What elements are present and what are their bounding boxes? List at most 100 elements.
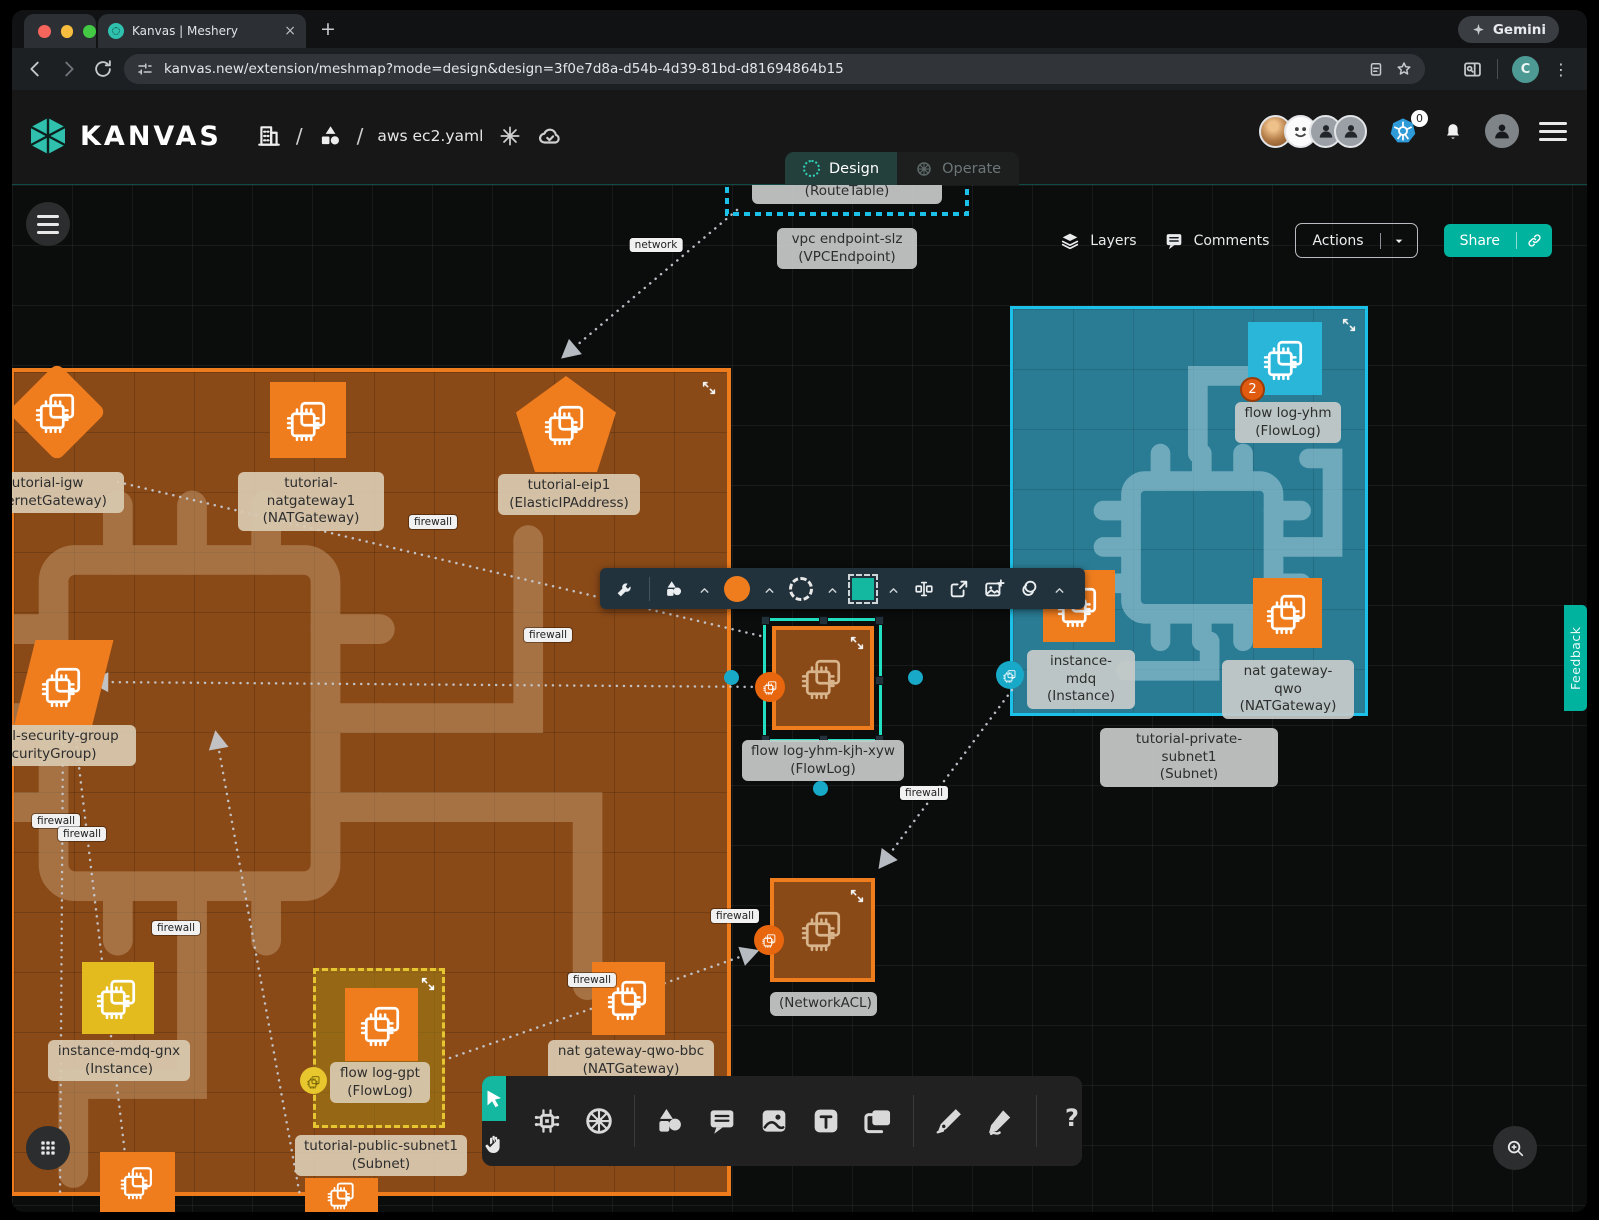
forward-icon[interactable] <box>58 58 80 80</box>
gemini-button[interactable]: Gemini <box>1458 16 1559 43</box>
label-flowlog-selected[interactable]: flow log-yhm-kjh-xyw(FlowLog) <box>742 740 904 781</box>
subnet-port-handle[interactable] <box>996 661 1024 689</box>
label-instance-mdq-gnx[interactable]: instance-mdq-gnx(Instance) <box>48 1040 190 1081</box>
label-routetable[interactable]: (RouteTable) <box>752 185 942 204</box>
collaborator-avatar[interactable] <box>1334 115 1367 148</box>
tab-design[interactable]: Design <box>785 152 897 185</box>
add-image-icon[interactable] <box>983 578 1005 600</box>
edge-handle-right[interactable] <box>908 670 923 685</box>
chevron-up-icon[interactable] <box>1053 582 1066 595</box>
label-private-subnet[interactable]: tutorial-private-subnet1(Subnet) <box>1100 728 1278 787</box>
label-vpcendpoint[interactable]: vpc endpoint-slz(VPCEndpoint) <box>777 228 917 269</box>
label-natgateway-qwo-bbc[interactable]: nat gateway-qwo-bbc(NATGateway) <box>548 1040 714 1081</box>
maximize-window-button[interactable] <box>83 25 96 38</box>
sticky-note-tool-icon[interactable] <box>861 1104 895 1138</box>
organization-icon[interactable] <box>256 123 282 149</box>
back-icon[interactable] <box>24 58 46 80</box>
browser-menu-icon[interactable]: ⋮ <box>1553 60 1569 79</box>
copy-link-icon[interactable] <box>1516 232 1552 249</box>
actions-button[interactable]: Actions <box>1295 223 1417 258</box>
actions-dropdown-icon[interactable] <box>1380 233 1417 249</box>
canvas-menu-button[interactable] <box>26 202 70 246</box>
components-tool-icon[interactable] <box>530 1104 564 1138</box>
tab-operate[interactable]: Operate <box>897 152 1019 185</box>
chevron-up-icon[interactable] <box>698 582 711 595</box>
notifications-bell-icon[interactable] <box>1441 119 1465 143</box>
browser-tab[interactable]: Kanvas | Meshery × <box>98 14 306 48</box>
image-tool-icon[interactable] <box>757 1104 791 1138</box>
close-window-button[interactable] <box>38 25 51 38</box>
kubernetes-tool-icon[interactable] <box>582 1104 616 1138</box>
comments-button[interactable]: Comments <box>1163 230 1270 252</box>
shapes-tool-icon[interactable] <box>653 1104 687 1138</box>
collapse-icon[interactable] <box>849 635 865 651</box>
label-instance-mdq[interactable]: instance-mdq(Instance) <box>1027 650 1135 709</box>
user-avatar[interactable] <box>1485 114 1519 148</box>
label-networkacl[interactable]: (NetworkACL) <box>770 992 877 1016</box>
flowlog-gpt-badge[interactable] <box>300 1067 327 1094</box>
pen-tool-icon[interactable] <box>932 1104 966 1138</box>
select-tool-button[interactable] <box>482 1076 506 1121</box>
chevron-up-icon[interactable] <box>763 582 776 595</box>
freehand-tool-icon[interactable] <box>984 1104 1018 1138</box>
layer-order-icon[interactable] <box>1018 578 1040 600</box>
grid-view-button[interactable] <box>26 1126 70 1170</box>
text-tool-icon[interactable] <box>809 1104 843 1138</box>
chevron-up-icon[interactable] <box>826 582 839 595</box>
design-canvas[interactable]: Layers Comments Actions Share <box>12 185 1587 1212</box>
zoom-button[interactable] <box>1493 1126 1537 1170</box>
chevron-up-icon[interactable] <box>887 582 900 595</box>
node-flowlog-gpt[interactable] <box>345 988 418 1061</box>
workspace-icon[interactable] <box>317 123 343 149</box>
networkacl-badge[interactable] <box>754 925 784 955</box>
label-natgateway1[interactable]: tutorial-natgateway1(NATGateway) <box>238 472 384 531</box>
design-file-name[interactable]: aws ec2.yaml <box>377 127 483 145</box>
kubernetes-context-button[interactable]: 0 <box>1387 115 1421 147</box>
open-in-new-icon[interactable] <box>948 578 970 600</box>
node-nat-gateway1[interactable] <box>270 382 346 458</box>
save-icon[interactable] <box>1367 60 1385 78</box>
label-flowlog-gpt[interactable]: flow log-gpt(FlowLog) <box>330 1062 430 1103</box>
design-config-icon[interactable] <box>497 123 523 149</box>
collapse-icon[interactable] <box>701 380 717 396</box>
new-tab-button[interactable]: + <box>320 18 336 40</box>
flowlog-badge[interactable] <box>755 672 785 702</box>
reload-icon[interactable] <box>92 58 114 80</box>
bookmark-star-icon[interactable] <box>1395 60 1413 78</box>
configure-tool-icon[interactable] <box>614 578 636 600</box>
border-style-picker[interactable] <box>789 577 813 601</box>
url-field[interactable]: kanvas.new/extension/meshmap?mode=design… <box>124 54 1425 84</box>
fill-color-swatch[interactable] <box>724 576 750 602</box>
feedback-tab[interactable]: Feedback <box>1564 605 1587 711</box>
collapse-icon[interactable] <box>849 888 865 904</box>
selection-color-swatch[interactable] <box>852 578 874 600</box>
node-networkacl[interactable] <box>770 878 875 982</box>
node-partial-bottom-1[interactable] <box>100 1152 175 1212</box>
chrome-profile-avatar[interactable]: C <box>1512 56 1539 83</box>
label-natgateway-qwo[interactable]: nat gateway-qwo(NATGateway) <box>1222 660 1354 719</box>
edge-handle-bottom[interactable] <box>813 781 828 796</box>
side-panel-icon[interactable] <box>1462 59 1483 80</box>
share-button[interactable]: Share <box>1444 224 1552 257</box>
comment-tool-icon[interactable] <box>705 1104 739 1138</box>
node-nat-gateway-qwo[interactable] <box>1253 578 1322 648</box>
edge-handle-left[interactable] <box>724 670 739 685</box>
rename-icon[interactable] <box>913 578 935 600</box>
node-flowlog-yhm-kjh-xyw[interactable] <box>772 626 874 730</box>
help-button[interactable]: ? <box>1055 1104 1089 1138</box>
app-menu-icon[interactable] <box>1539 122 1567 141</box>
node-instance-mdq-gnx[interactable] <box>82 962 154 1034</box>
label-security-group[interactable]: tutorial-security-group(SecurityGroup) <box>12 725 136 766</box>
pan-tool-button[interactable] <box>482 1121 506 1166</box>
site-settings-icon[interactable] <box>136 60 154 78</box>
close-tab-icon[interactable]: × <box>284 23 296 39</box>
minimize-window-button[interactable] <box>61 25 74 38</box>
label-flowlog-yhm[interactable]: flow log-yhm(FlowLog) <box>1235 402 1341 443</box>
collapse-icon[interactable] <box>420 976 436 992</box>
layers-button[interactable]: Layers <box>1059 230 1136 252</box>
node-partial-bottom-2[interactable] <box>305 1178 378 1212</box>
label-eip1[interactable]: tutorial-eip1(ElasticIPAddress) <box>498 474 640 515</box>
label-public-subnet[interactable]: tutorial-public-subnet1(Subnet) <box>295 1135 467 1176</box>
shape-picker-icon[interactable] <box>663 578 685 600</box>
label-igw[interactable]: tutorial-igw(InternetGateway) <box>12 472 124 513</box>
